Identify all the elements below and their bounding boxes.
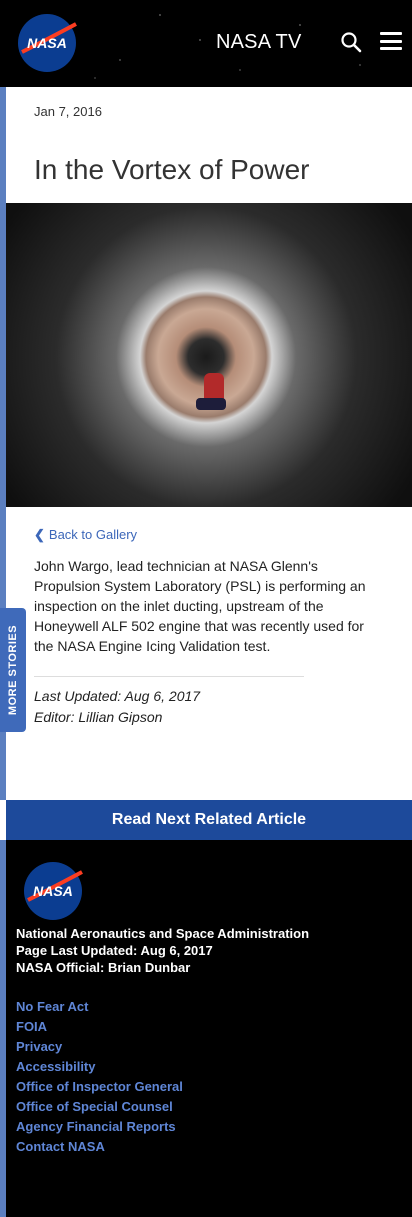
footer-link-contact-nasa[interactable]: Contact NASA: [16, 1137, 183, 1157]
agency-name: National Aeronautics and Space Administr…: [16, 926, 310, 941]
nasa-logo-footer[interactable]: NASA: [22, 860, 84, 922]
top-navigation-bar: NASA NASA TV: [0, 0, 412, 87]
article-date: Jan 7, 2016: [34, 104, 102, 119]
article-title: In the Vortex of Power: [34, 154, 310, 185]
technician-legs: [196, 398, 226, 410]
article-image[interactable]: [6, 203, 412, 507]
svg-text:NASA: NASA: [27, 35, 67, 51]
search-icon[interactable]: [340, 31, 362, 53]
footer-link-privacy[interactable]: Privacy: [16, 1037, 183, 1057]
chevron-left-icon: ❮: [34, 527, 45, 542]
footer: NASA National Aeronautics and Space Admi…: [6, 840, 412, 1217]
more-stories-tab[interactable]: MORE STORIES: [0, 608, 26, 732]
page-last-updated: Page Last Updated: Aug 6, 2017: [16, 943, 213, 958]
nasa-tv-link[interactable]: NASA TV: [216, 31, 302, 54]
read-next-button[interactable]: Read Next Related Article: [6, 800, 412, 840]
more-stories-label: MORE STORIES: [7, 624, 19, 716]
nasa-official: NASA Official: Brian Dunbar: [16, 960, 191, 975]
footer-agency-info: National Aeronautics and Space Administr…: [16, 925, 309, 976]
divider: [34, 676, 304, 677]
footer-link-financial-reports[interactable]: Agency Financial Reports: [16, 1117, 183, 1137]
footer-links: No Fear Act FOIA Privacy Accessibility O…: [16, 997, 183, 1157]
svg-text:NASA: NASA: [33, 883, 73, 899]
back-link-label: Back to Gallery: [48, 527, 138, 542]
nasa-logo[interactable]: NASA: [16, 12, 78, 74]
back-to-gallery-link[interactable]: ❮ Back to Gallery: [34, 527, 137, 543]
footer-link-special-counsel[interactable]: Office of Special Counsel: [16, 1097, 183, 1117]
hamburger-menu-icon[interactable]: [380, 32, 402, 52]
footer-link-inspector-general[interactable]: Office of Inspector General: [16, 1077, 183, 1097]
article-body: John Wargo, lead technician at NASA Glen…: [34, 558, 366, 654]
footer-link-no-fear-act[interactable]: No Fear Act: [16, 997, 183, 1017]
footer-link-accessibility[interactable]: Accessibility: [16, 1057, 183, 1077]
last-updated: Last Updated: Aug 6, 2017: [34, 688, 201, 704]
footer-link-foia[interactable]: FOIA: [16, 1017, 183, 1037]
editor: Editor: Lillian Gipson: [34, 709, 163, 725]
